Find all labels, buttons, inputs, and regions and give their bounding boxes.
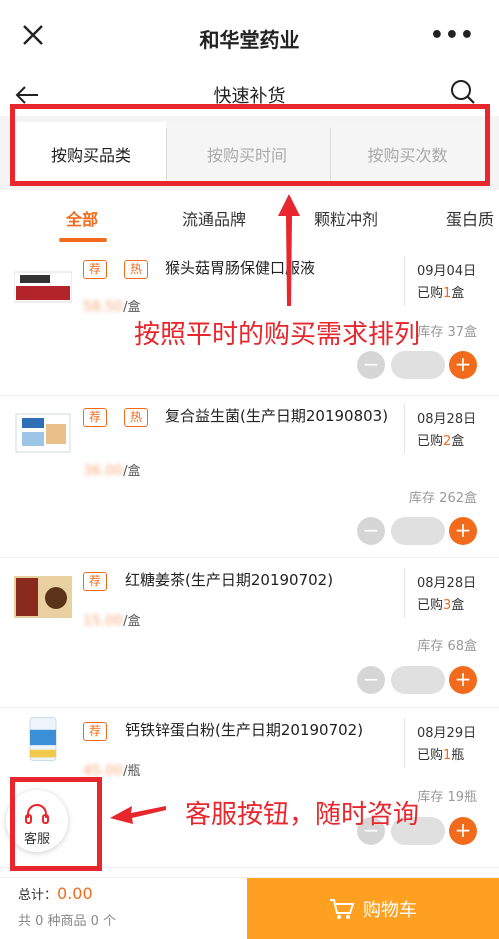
purchase-date: 09月04日	[417, 264, 477, 279]
purchase-date: 08月29日	[417, 726, 477, 741]
category-tabs: 全部 流通品牌 颗粒冲剂 蛋白质	[0, 190, 499, 248]
annotation-box-sort	[10, 104, 490, 186]
category-tab-brand[interactable]: 流通品牌	[182, 206, 246, 230]
purchase-count: 已购1盒	[417, 286, 465, 301]
quantity-input[interactable]	[391, 351, 445, 379]
purchase-count: 已购1瓶	[417, 748, 465, 763]
product-name[interactable]: 复合益生菌(生产日期20190803)	[83, 405, 393, 427]
tag-recommend: 荐	[83, 722, 108, 741]
minus-button[interactable]: −	[357, 351, 385, 379]
active-tab-indicator	[59, 238, 107, 242]
purchase-count: 已购2盒	[417, 434, 465, 449]
purchase-date: 08月28日	[417, 576, 477, 591]
plus-button[interactable]: +	[449, 817, 477, 845]
product-price: 58.50/盒	[83, 299, 141, 315]
cart-icon	[330, 899, 355, 919]
product-name[interactable]: 钙铁锌蛋白粉(生产日期20190702)	[125, 719, 400, 741]
minus-button[interactable]: −	[357, 517, 385, 545]
window-title: 和华堂药业	[199, 28, 300, 52]
product-image	[14, 271, 72, 303]
quantity-stepper: − +	[357, 350, 477, 380]
stock-text: 库存 37盒	[417, 325, 477, 340]
plus-button[interactable]: +	[449, 351, 477, 379]
title-bar: 和华堂药业 •••	[0, 0, 499, 76]
plus-button[interactable]: +	[449, 666, 477, 694]
category-tab-granules[interactable]: 颗粒冲剂	[314, 206, 378, 230]
divider	[404, 256, 405, 306]
tag-recommend: 荐	[83, 260, 108, 279]
stock-text: 库存 19瓶	[417, 790, 477, 805]
product-price: 36.00/盒	[83, 463, 141, 479]
quantity-stepper: − +	[357, 516, 477, 546]
product-image	[29, 717, 57, 761]
product-price: 15.00/盒	[83, 613, 141, 629]
bottom-bar: 总计：0.00 共 0 种商品 0 个 购物车	[0, 877, 499, 939]
quantity-stepper: − +	[357, 665, 477, 695]
list-item[interactable]: 荐 热 复合益生菌(生产日期20190803) 36.00/盒 08月28日 已…	[0, 396, 499, 558]
annotation-arrow-left	[110, 806, 166, 824]
quantity-input[interactable]	[391, 666, 445, 694]
search-icon[interactable]	[449, 78, 477, 106]
minus-button[interactable]: −	[357, 666, 385, 694]
category-tab-protein[interactable]: 蛋白质	[446, 206, 494, 230]
tag-recommend: 荐	[83, 572, 108, 591]
stock-text: 库存 262盒	[409, 491, 477, 506]
divider	[404, 718, 405, 768]
divider	[404, 404, 405, 454]
annotation-arrow-up	[278, 194, 300, 306]
divider	[404, 568, 405, 618]
more-icon[interactable]: •••	[430, 25, 475, 47]
annotation-box-service	[10, 777, 102, 871]
quantity-input[interactable]	[391, 517, 445, 545]
total-amount: 总计：0.00	[18, 884, 93, 903]
annotation-service-note: 客服按钮，随时咨询	[185, 800, 420, 830]
list-item[interactable]: 荐 红糖姜茶(生产日期20190702) 15.00/盒 08月28日 已购3盒…	[0, 558, 499, 708]
annotation-sort-note: 按照平时的购买需求排列	[134, 320, 421, 350]
category-tab-all[interactable]: 全部	[66, 206, 98, 230]
plus-button[interactable]: +	[449, 517, 477, 545]
product-image	[15, 413, 71, 453]
purchase-count: 已购3盒	[417, 598, 465, 613]
item-count: 共 0 种商品 0 个	[18, 914, 117, 929]
tag-hot: 热	[124, 260, 149, 279]
product-name[interactable]: 红糖姜茶(生产日期20190702)	[125, 569, 400, 591]
product-image	[14, 576, 72, 618]
purchase-date: 08月28日	[417, 412, 477, 427]
cart-label: 购物车	[363, 900, 417, 921]
stock-text: 库存 68盒	[417, 639, 477, 654]
cart-button[interactable]: 购物车	[247, 878, 499, 939]
